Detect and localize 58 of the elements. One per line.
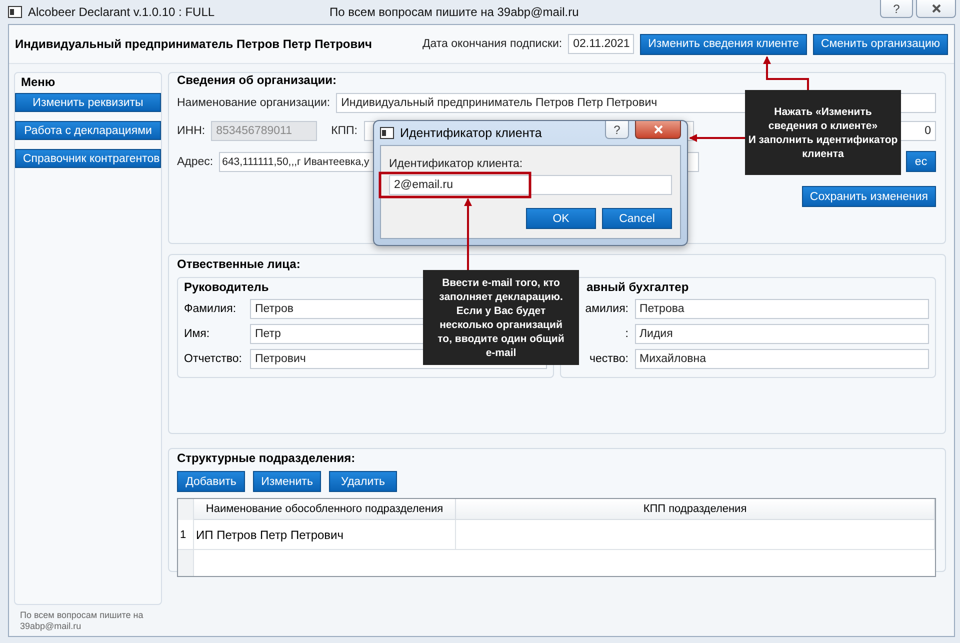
arrow: [689, 134, 745, 142]
field-label: Наименование организации:: [177, 97, 330, 109]
address-button[interactable]: ес: [906, 151, 936, 172]
column-header[interactable]: Наименование обособленного подразделения: [194, 499, 456, 520]
group-title: Руководитель: [184, 280, 269, 294]
text-field[interactable]: 0: [900, 121, 936, 141]
field-label: Имя:: [184, 328, 211, 340]
menu-button[interactable]: Работа с декларациями: [15, 121, 161, 140]
client-id-field[interactable]: 2@email.ru: [389, 175, 672, 195]
menu-title: Меню: [21, 75, 56, 89]
field-label: КПП:: [331, 125, 358, 137]
text-field[interactable]: Петрова: [634, 299, 929, 319]
help-button[interactable]: ?: [605, 121, 629, 139]
app-icon: [8, 6, 22, 18]
table-cell: ИП Петров Петр Петрович: [194, 520, 456, 550]
save-changes-button[interactable]: Сохранить изменения: [802, 186, 936, 207]
contact-notice: По всем вопросам пишите на 39abp@mail.ru: [330, 5, 579, 19]
section-title: Структурные подразделения:: [177, 451, 356, 465]
menu-button[interactable]: Изменить реквизиты: [15, 93, 161, 112]
field-label: Отчетство:: [184, 353, 243, 365]
add-button[interactable]: Добавить: [177, 471, 245, 492]
row-header: [178, 499, 194, 520]
text-field[interactable]: Лидия: [634, 324, 929, 344]
delete-button[interactable]: Удалить: [329, 471, 397, 492]
close-button[interactable]: [635, 121, 681, 139]
arrow: [464, 198, 472, 270]
subscription-date-field[interactable]: 02.11.2021: [568, 34, 634, 54]
change-organization-button[interactable]: Сменить организацию: [812, 34, 948, 54]
section-title: Отвественные лица:: [177, 257, 302, 271]
field-label: Фамилия:: [184, 303, 238, 315]
window-icon: [380, 127, 394, 139]
field-label: амилия:: [584, 303, 628, 315]
instruction-tooltip: Нажать «Изменить сведения о клиенте» И заполнить идентификатор клиента: [745, 90, 901, 175]
field-label: :: [624, 328, 628, 340]
column-header[interactable]: КПП подразделения: [456, 499, 935, 520]
field-label: Адрес:: [177, 156, 214, 168]
field-label: Идентификатор клиента:: [389, 158, 524, 170]
close-button[interactable]: [916, 0, 956, 18]
instruction-tooltip: Ввести e-mail того, кто заполняет декларацию. Если у Вас будет несколько организаций то, вводите один общий e-mail: [423, 270, 579, 365]
group-title: авный бухгалтер: [586, 280, 689, 294]
organization-name: Индивидуальный предприниматель Петров Петр Петрович: [15, 37, 372, 51]
section-title: Сведения об организации:: [177, 73, 338, 87]
edit-client-button[interactable]: Изменить сведения клиенте: [640, 34, 807, 54]
window-title: Alcobeer Declarant v.1.0.10 : FULL: [28, 5, 215, 19]
dialog-title: Идентификатор клиента: [400, 126, 542, 140]
text-field[interactable]: Михайловна: [634, 349, 929, 369]
contact-footer: По всем вопросам пишите на 39abp@mail.ru: [14, 605, 150, 632]
edit-button[interactable]: Изменить: [253, 471, 321, 492]
close-icon: [932, 4, 940, 13]
menu-button[interactable]: Справочник контрагентов: [15, 149, 161, 168]
ok-button[interactable]: OK: [526, 208, 596, 229]
close-icon: [654, 125, 662, 134]
cancel-button[interactable]: Cancel: [602, 208, 672, 229]
arrow: [763, 56, 809, 90]
field-label: чество:: [588, 353, 628, 365]
subscription-label: Дата окончания подписки:: [422, 38, 562, 50]
field-label: ИНН:: [177, 125, 206, 137]
help-button[interactable]: ?: [880, 0, 913, 18]
